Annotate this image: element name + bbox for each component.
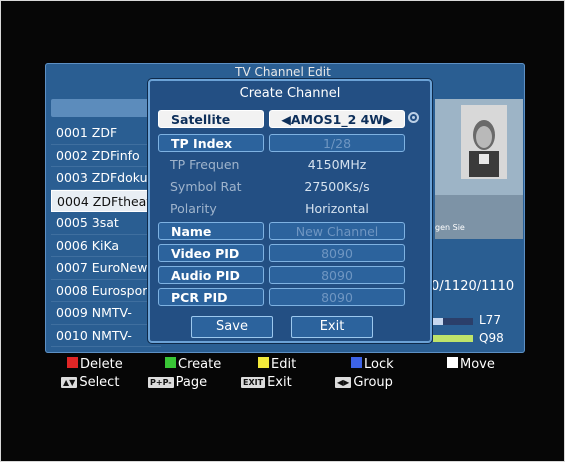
legend-create-label: Create — [178, 357, 222, 372]
video-pid-field[interactable]: 8090 — [269, 244, 405, 262]
channel-list: 0001 ZDF 0002 ZDFinfo 0003 ZDFdoku 0004 ZDF… — [51, 122, 161, 347]
legend-page[interactable]: P+P- Page — [148, 375, 207, 390]
arrow-right-icon[interactable]: ▶ — [383, 112, 393, 127]
symbol-rate-value: 27500Ks/s — [304, 179, 370, 194]
legend-move[interactable]: Move — [447, 357, 495, 372]
channel-item[interactable]: 0004 ZDFtheater — [51, 189, 161, 212]
satellite-value: AMOS1_2 4W — [290, 112, 384, 127]
channel-item[interactable]: 0002 ZDFinfo — [51, 145, 161, 167]
name-label[interactable]: Name — [158, 222, 264, 240]
channel-item[interactable]: 0008 Eurosport — [51, 280, 161, 302]
audio-pid-label[interactable]: Audio PID — [158, 266, 264, 284]
dialog-title: Create Channel — [239, 86, 341, 101]
satellite-label[interactable]: Satellite — [158, 110, 264, 128]
tp-index-field[interactable]: 1/28 — [269, 134, 405, 152]
preview-caption: gen Sie — [435, 223, 465, 232]
exit-button[interactable]: Exit — [291, 316, 373, 338]
channel-item[interactable]: 0005 3sat — [51, 212, 161, 235]
legend-group-label: Group — [353, 375, 393, 390]
video-pid-label[interactable]: Video PID — [158, 244, 264, 262]
signal-quality-bar — [433, 335, 473, 342]
legend-edit[interactable]: Edit — [258, 357, 296, 372]
signal-quality-label: Q98 — [479, 331, 504, 345]
polarity-label: Polarity — [170, 201, 217, 216]
tp-frequency-label: TP Frequen — [170, 157, 240, 172]
channel-preview — [435, 99, 523, 239]
legend-exit[interactable]: EXIT Exit — [241, 375, 292, 390]
satellite-icon — [408, 112, 419, 123]
tp-index-label[interactable]: TP Index — [158, 134, 264, 152]
channel-item[interactable]: 0010 NMTV- — [51, 325, 161, 347]
green-key-icon — [165, 357, 176, 368]
audio-pid-field[interactable]: 8090 — [269, 266, 405, 284]
legend-delete[interactable]: Delete — [67, 357, 123, 372]
red-key-icon — [67, 357, 78, 368]
legend-select[interactable]: ▲▼ Select — [61, 375, 119, 390]
legend-lock[interactable]: Lock — [351, 357, 394, 372]
save-button[interactable]: Save — [191, 316, 273, 338]
channel-item[interactable]: 0003 ZDFdoku — [51, 167, 161, 190]
window-title: TV Channel Edit — [235, 65, 331, 79]
channel-item[interactable]: 0007 EuroNews — [51, 257, 161, 280]
pcr-pid-label[interactable]: PCR PID — [158, 288, 264, 306]
blue-key-icon — [351, 357, 362, 368]
preview-photo-icon — [435, 99, 523, 239]
legend-exit-label: Exit — [267, 375, 292, 390]
arrow-left-icon[interactable]: ◀ — [281, 112, 291, 127]
legend-create[interactable]: Create — [165, 357, 221, 372]
channel-list-header — [51, 99, 161, 117]
legend-move-label: Move — [460, 357, 495, 372]
tv-screen: TV Channel Edit 0001 ZDF 0002 ZDFinfo 0003… — [0, 0, 565, 462]
yellow-key-icon — [258, 357, 269, 368]
legend-page-label: Page — [175, 375, 208, 390]
up-down-key-icon: ▲▼ — [61, 377, 78, 388]
page-key-icon: P+P- — [148, 377, 174, 388]
legend-edit-label: Edit — [271, 357, 297, 372]
signal-level-fill — [433, 318, 443, 325]
legend-group[interactable]: ◀▶ Group — [335, 375, 393, 390]
satellite-selector[interactable]: ◀AMOS1_2 4W▶ — [269, 110, 405, 128]
name-field[interactable]: New Channel — [269, 222, 405, 240]
channel-item[interactable]: 0006 KiKa — [51, 235, 161, 257]
signal-level-label: L77 — [479, 313, 501, 327]
polarity-value: Horizontal — [305, 201, 369, 216]
legend-delete-label: Delete — [80, 357, 123, 372]
legend-lock-label: Lock — [364, 357, 394, 372]
tp-frequency-value: 4150MHz — [307, 157, 367, 172]
legend-select-label: Select — [79, 375, 120, 390]
exit-key-icon: EXIT — [241, 377, 266, 388]
channel-item[interactable]: 0009 NMTV- — [51, 302, 161, 325]
left-right-key-icon: ◀▶ — [335, 377, 352, 388]
pcr-pid-field[interactable]: 8090 — [269, 288, 405, 306]
symbol-rate-label: Symbol Rat — [170, 179, 242, 194]
white-key-icon — [447, 357, 458, 368]
pid-readout: 0/1120/1110 — [431, 279, 515, 294]
channel-item[interactable]: 0001 ZDF — [51, 122, 161, 145]
